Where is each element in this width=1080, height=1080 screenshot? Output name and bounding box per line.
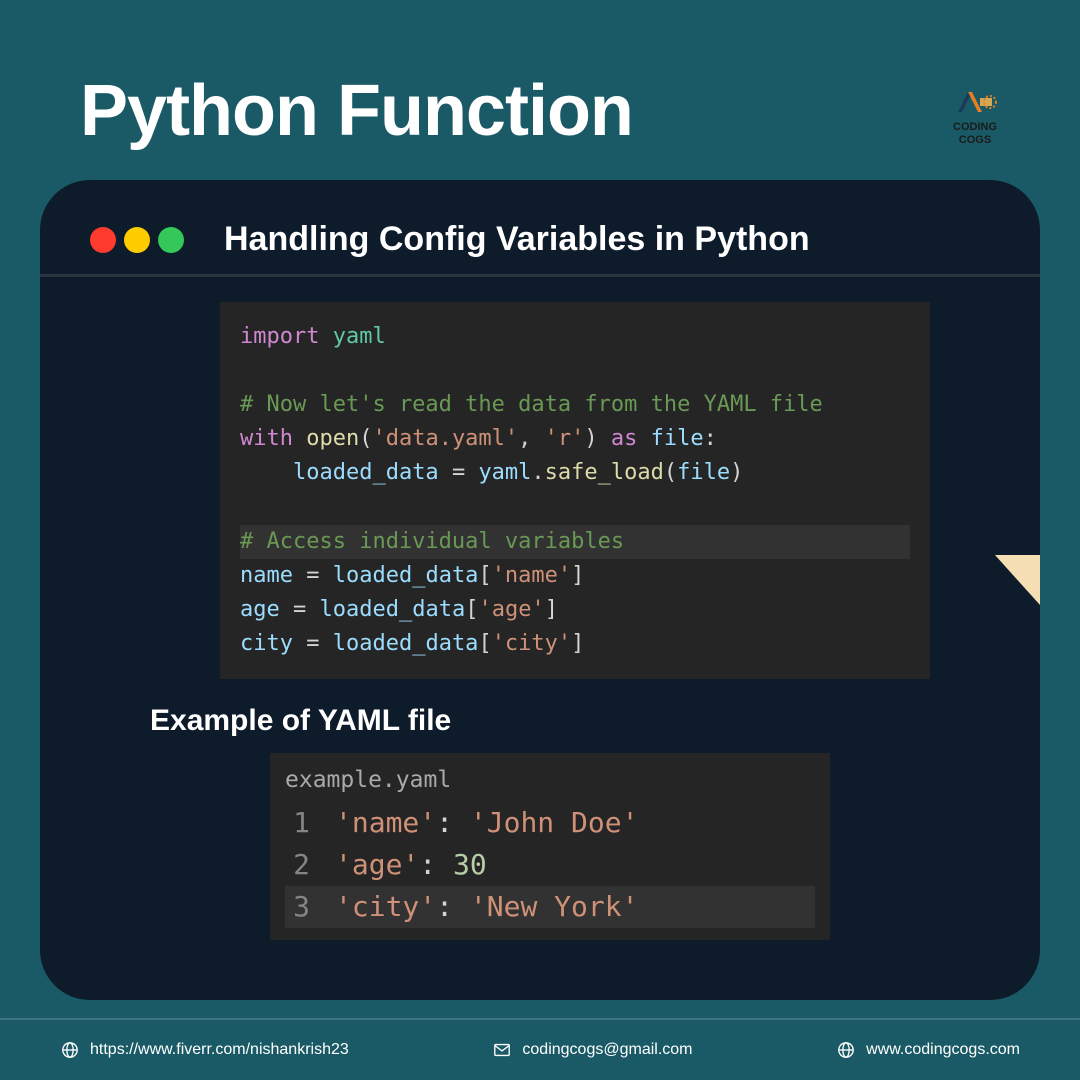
- footer-link-site: www.codingcogs.com: [836, 1040, 1020, 1060]
- header: Python Function CODINGCOGS: [0, 0, 1080, 160]
- yaml-row: 2 'age': 30: [285, 844, 815, 886]
- footer: https://www.fiverr.com/nishankrish23 cod…: [0, 1018, 1080, 1080]
- yaml-row: 3 'city': 'New York': [285, 886, 815, 928]
- corner-accent-icon: [995, 555, 1040, 605]
- mail-icon: [492, 1040, 512, 1060]
- minimize-dot-icon: [124, 227, 150, 253]
- window-controls: [90, 227, 184, 253]
- yaml-row: 1 'name': 'John Doe': [285, 802, 815, 844]
- card-header: Handling Config Variables in Python: [40, 220, 1040, 277]
- yaml-code-block: example.yaml 1 'name': 'John Doe' 2 'age…: [270, 753, 830, 941]
- globe-icon: [836, 1040, 856, 1060]
- close-dot-icon: [90, 227, 116, 253]
- footer-link-fiverr: https://www.fiverr.com/nishankrish23: [60, 1040, 349, 1060]
- python-code-block: import yaml # Now let's read the data fr…: [220, 302, 930, 679]
- yaml-filename: example.yaml: [285, 763, 815, 798]
- footer-email: codingcogs@gmail.com: [492, 1040, 692, 1060]
- footer-url-text: https://www.fiverr.com/nishankrish23: [90, 1041, 349, 1059]
- globe-icon: [60, 1040, 80, 1060]
- footer-email-text: codingcogs@gmail.com: [522, 1041, 692, 1059]
- footer-site-text: www.codingcogs.com: [866, 1041, 1020, 1059]
- example-label: Example of YAML file: [150, 704, 1040, 738]
- logo-icon: [950, 84, 1000, 119]
- page-title: Python Function: [80, 70, 633, 152]
- card-title: Handling Config Variables in Python: [224, 220, 810, 259]
- brand-logo: CODINGCOGS: [930, 70, 1020, 160]
- logo-text: CODINGCOGS: [953, 121, 997, 145]
- maximize-dot-icon: [158, 227, 184, 253]
- code-card: Handling Config Variables in Python impo…: [40, 180, 1040, 1000]
